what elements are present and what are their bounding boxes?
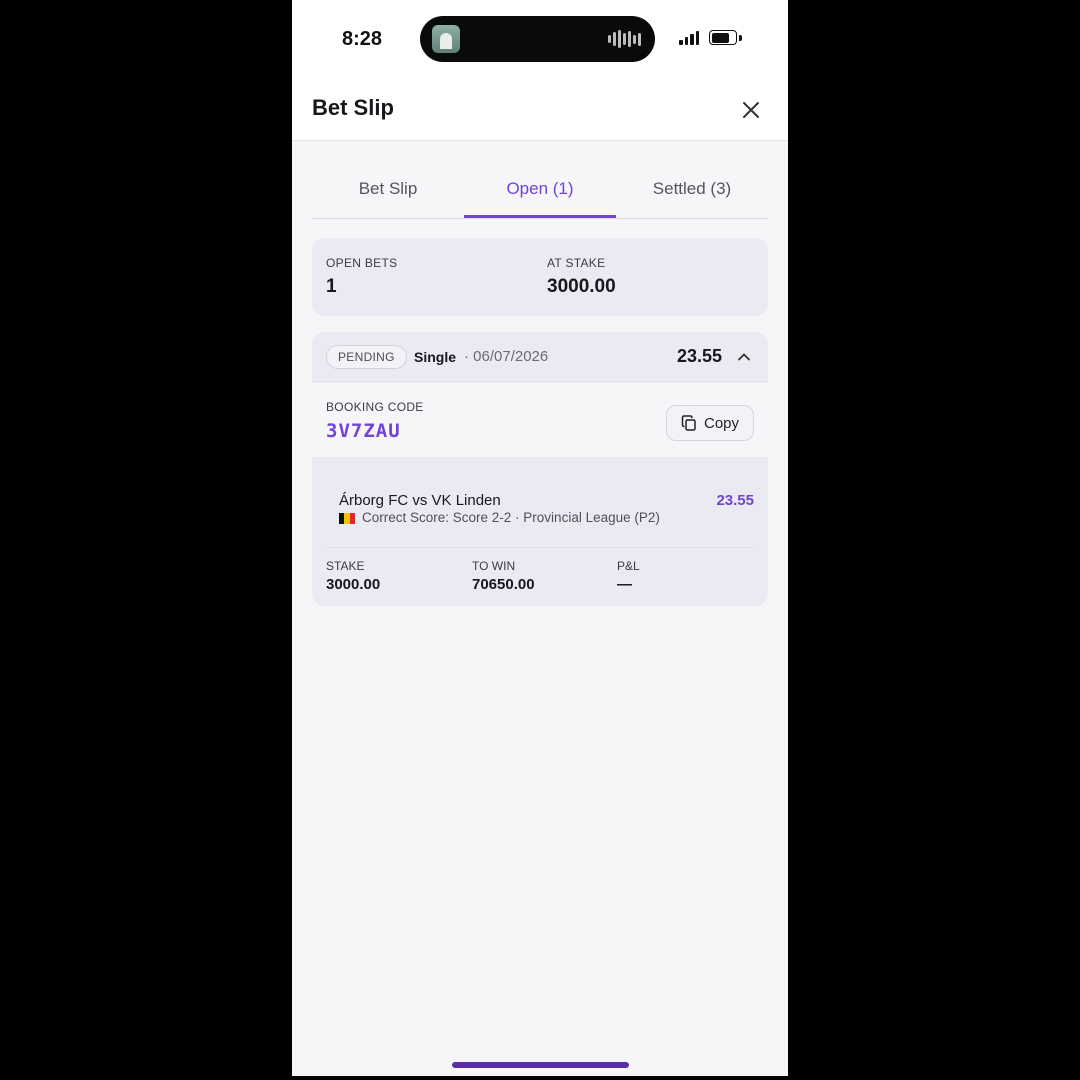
at-stake-value: 3000.00 (547, 276, 616, 297)
tab-open[interactable]: Open (1) (464, 165, 616, 218)
chevron-up-icon (738, 353, 750, 361)
open-bets-stat: OPEN BETS 1 (326, 256, 397, 298)
open-bets-summary: OPEN BETS 1 AT STAKE 3000.00 (312, 238, 768, 316)
match-name: Árborg FC vs VK Linden (339, 492, 501, 509)
bet-card: PENDING Single · 06/07/2026 23.55 BOOKIN… (312, 332, 768, 606)
at-stake-stat: AT STAKE 3000.00 (547, 256, 616, 298)
status-badge: PENDING (326, 345, 407, 369)
pnl-value: — (617, 576, 632, 593)
pnl-stat: P&L — (617, 559, 640, 593)
cellular-signal-icon (679, 31, 699, 45)
now-playing-thumbnail (432, 25, 460, 53)
close-button[interactable] (738, 97, 764, 123)
selection-odds: 23.55 (716, 492, 754, 509)
audio-waveform-icon (608, 30, 641, 48)
stake-label: STAKE (326, 559, 365, 573)
booking-code-section: BOOKING CODE 3V7ZAU Copy (312, 383, 768, 457)
copy-icon (681, 414, 696, 431)
tab-bet-slip[interactable]: Bet Slip (312, 165, 464, 218)
collapse-button[interactable] (736, 349, 752, 365)
bet-total-odds: 23.55 (676, 346, 722, 366)
bet-date: · 06/07/2026 (464, 348, 549, 365)
to-win-label: TO WIN (472, 559, 516, 573)
battery-icon (709, 30, 737, 45)
dynamic-island[interactable] (420, 16, 655, 62)
phone-screen: 8:28 Bet Slip Bet Slip Open (1) Settled … (292, 0, 788, 1076)
bet-type: Single (414, 349, 457, 365)
home-indicator[interactable] (452, 1062, 629, 1068)
booking-code: 3V7ZAU (326, 420, 401, 442)
open-bets-value: 1 (326, 276, 337, 297)
header: Bet Slip (292, 80, 788, 141)
copy-label: Copy (703, 414, 740, 432)
bet-card-header[interactable]: PENDING Single · 06/07/2026 23.55 (312, 332, 768, 382)
pnl-label: P&L (617, 559, 640, 573)
close-icon (743, 102, 759, 118)
belgium-flag-icon (339, 513, 355, 524)
bet-tabs: Bet Slip Open (1) Settled (3) (312, 165, 768, 219)
to-win-value: 70650.00 (472, 576, 535, 593)
tab-settled[interactable]: Settled (3) (616, 165, 768, 218)
to-win-stat: TO WIN 70650.00 (472, 559, 535, 593)
page-title: Bet Slip (312, 95, 394, 120)
open-bets-label: OPEN BETS (326, 256, 398, 270)
booking-code-label: BOOKING CODE (326, 400, 424, 414)
stake-value: 3000.00 (326, 576, 381, 593)
battery-cap (739, 35, 742, 41)
copy-button[interactable]: Copy (666, 405, 754, 441)
status-time: 8:28 (342, 28, 383, 50)
bet-selection: Árborg FC vs VK Linden 23.55 Correct Sco… (312, 457, 768, 606)
divider (326, 547, 754, 548)
at-stake-label: AT STAKE (547, 256, 606, 270)
status-bar: 8:28 (292, 0, 788, 80)
selection-market: Correct Score: Score 2-2 · Provincial Le… (362, 510, 660, 525)
stake-stat: STAKE 3000.00 (326, 559, 380, 593)
